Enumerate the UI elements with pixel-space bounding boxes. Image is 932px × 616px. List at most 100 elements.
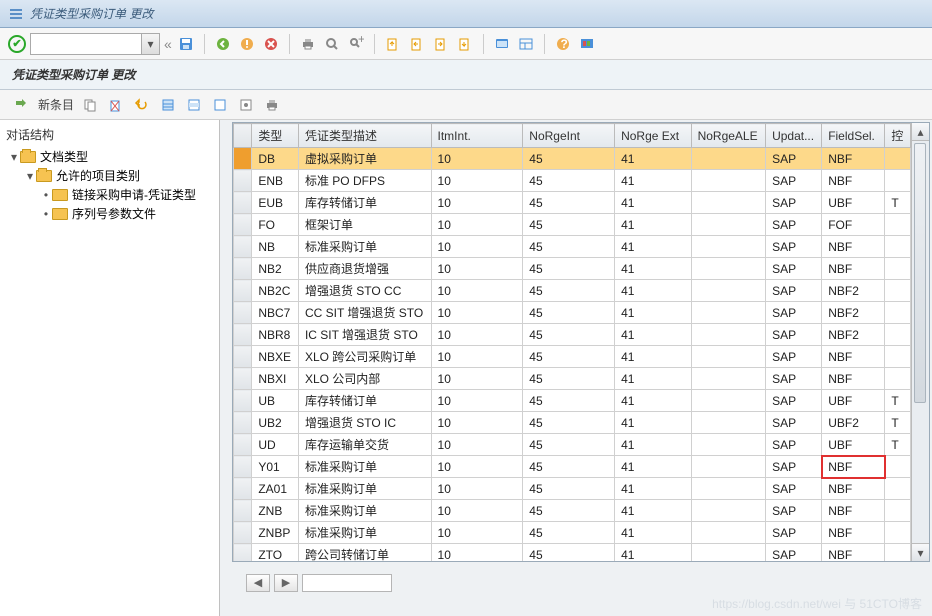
deselect-icon[interactable] (210, 95, 230, 115)
prev-page-icon[interactable] (407, 34, 427, 54)
cell-ctrl[interactable]: T (885, 390, 911, 412)
cell-ctrl[interactable]: T (885, 434, 911, 456)
cell-desc[interactable]: 库存转储订单 (298, 192, 431, 214)
cell-norgeint[interactable]: 45 (523, 544, 615, 562)
cell-norgeext[interactable]: 41 (615, 258, 691, 280)
find-next-icon[interactable]: + (346, 34, 366, 54)
cell-rowhead[interactable] (234, 192, 252, 214)
table-row[interactable]: EUB库存转储订单104541SAPUBFT (234, 192, 911, 214)
table-row[interactable]: NBC7CC SIT 增强退货 STO104541SAPNBF2 (234, 302, 911, 324)
cell-fieldsel[interactable]: UBF (822, 390, 885, 412)
cell-type[interactable]: ZTO (252, 544, 299, 562)
cell-rowhead[interactable] (234, 456, 252, 478)
cell-fieldsel[interactable]: NBF2 (822, 280, 885, 302)
table-row[interactable]: NBR8IC SIT 增强退货 STO104541SAPNBF2 (234, 324, 911, 346)
cell-fieldsel[interactable]: UBF2 (822, 412, 885, 434)
print-btn-icon[interactable] (262, 95, 282, 115)
cell-norgeale[interactable] (691, 456, 766, 478)
cell-norgeext[interactable]: 41 (615, 346, 691, 368)
table-row[interactable]: ZNBP标准采购订单104541SAPNBF (234, 522, 911, 544)
cell-updat[interactable]: SAP (766, 324, 822, 346)
cell-desc[interactable]: 标准采购订单 (298, 456, 431, 478)
scroll-up-icon[interactable]: ▴ (912, 123, 929, 141)
cell-norgeext[interactable]: 41 (615, 412, 691, 434)
cell-ctrl[interactable] (885, 368, 911, 390)
table-row[interactable]: ZA01标准采购订单104541SAPNBF (234, 478, 911, 500)
help-icon[interactable]: ? (553, 34, 573, 54)
cell-norgeext[interactable]: 41 (615, 236, 691, 258)
cell-norgeext[interactable]: 41 (615, 214, 691, 236)
pager-next[interactable]: ▶ (274, 574, 298, 592)
cell-ctrl[interactable] (885, 214, 911, 236)
cell-updat[interactable]: SAP (766, 456, 822, 478)
cell-ctrl[interactable] (885, 170, 911, 192)
cell-type[interactable]: UB2 (252, 412, 299, 434)
cell-norgeale[interactable] (691, 324, 766, 346)
cell-type[interactable]: NBR8 (252, 324, 299, 346)
layout-icon[interactable] (516, 34, 536, 54)
col-itmint[interactable]: ItmInt. (431, 124, 523, 148)
cell-fieldsel[interactable]: NBF (822, 236, 885, 258)
table-row[interactable]: ZTO跨公司转储订单104541SAPNBF (234, 544, 911, 562)
cell-desc[interactable]: 供应商退货增强 (298, 258, 431, 280)
col-norgeext[interactable]: NoRge Ext (615, 124, 691, 148)
cell-rowhead[interactable] (234, 434, 252, 456)
cell-norgeale[interactable] (691, 522, 766, 544)
cell-fieldsel[interactable]: NBF (822, 500, 885, 522)
cell-updat[interactable]: SAP (766, 214, 822, 236)
table-row[interactable]: UB库存转储订单104541SAPUBFT (234, 390, 911, 412)
cell-rowhead[interactable] (234, 390, 252, 412)
cell-norgeale[interactable] (691, 434, 766, 456)
cell-updat[interactable]: SAP (766, 368, 822, 390)
first-page-icon[interactable] (383, 34, 403, 54)
cell-norgeint[interactable]: 45 (523, 302, 615, 324)
cell-fieldsel[interactable]: NBF (822, 148, 885, 170)
table-row[interactable]: NB2C增强退货 STO CC104541SAPNBF2 (234, 280, 911, 302)
cell-fieldsel[interactable]: UBF (822, 192, 885, 214)
cell-updat[interactable]: SAP (766, 148, 822, 170)
col-type[interactable]: 类型 (252, 124, 299, 148)
cell-norgeext[interactable]: 41 (615, 478, 691, 500)
cell-norgeext[interactable]: 41 (615, 192, 691, 214)
cell-itmint[interactable]: 10 (431, 412, 523, 434)
cell-norgeale[interactable] (691, 478, 766, 500)
cell-rowhead[interactable] (234, 412, 252, 434)
cell-norgeale[interactable] (691, 280, 766, 302)
table-row[interactable]: DB虚拟采购订单104541SAPNBF (234, 148, 911, 170)
cell-itmint[interactable]: 10 (431, 522, 523, 544)
cell-norgeext[interactable]: 41 (615, 324, 691, 346)
enter-icon[interactable]: ✔ (8, 35, 26, 53)
cell-ctrl[interactable] (885, 236, 911, 258)
cell-updat[interactable]: SAP (766, 544, 822, 562)
cell-desc[interactable]: 标准采购订单 (298, 236, 431, 258)
cell-norgeext[interactable]: 41 (615, 434, 691, 456)
cell-updat[interactable]: SAP (766, 500, 822, 522)
cell-itmint[interactable]: 10 (431, 148, 523, 170)
cell-type[interactable]: FO (252, 214, 299, 236)
cell-type[interactable]: NBXI (252, 368, 299, 390)
cell-rowhead[interactable] (234, 302, 252, 324)
table-row[interactable]: NBXEXLO 跨公司采购订单104541SAPNBF (234, 346, 911, 368)
cancel-icon[interactable] (261, 34, 281, 54)
cell-norgeint[interactable]: 45 (523, 456, 615, 478)
table-row[interactable]: FO框架订单104541SAPFOF (234, 214, 911, 236)
cell-updat[interactable]: SAP (766, 258, 822, 280)
cell-fieldsel[interactable]: NBF (822, 544, 885, 562)
cell-rowhead[interactable] (234, 280, 252, 302)
cell-fieldsel[interactable]: NBF2 (822, 324, 885, 346)
copy-icon[interactable] (80, 95, 100, 115)
cell-desc[interactable]: 虚拟采购订单 (298, 148, 431, 170)
cell-type[interactable]: ZNBP (252, 522, 299, 544)
undo-icon[interactable] (132, 95, 152, 115)
cell-updat[interactable]: SAP (766, 522, 822, 544)
col-ctrl[interactable]: 控 (885, 124, 911, 148)
cell-norgeale[interactable] (691, 346, 766, 368)
cell-norgeext[interactable]: 41 (615, 302, 691, 324)
cell-itmint[interactable]: 10 (431, 544, 523, 562)
grid-table[interactable]: 类型 凭证类型描述 ItmInt. NoRgeInt NoRge Ext NoR… (233, 123, 911, 561)
cell-itmint[interactable]: 10 (431, 280, 523, 302)
cell-itmint[interactable]: 10 (431, 434, 523, 456)
select-all-icon[interactable] (158, 95, 178, 115)
cell-desc[interactable]: 标准采购订单 (298, 478, 431, 500)
cell-type[interactable]: ENB (252, 170, 299, 192)
